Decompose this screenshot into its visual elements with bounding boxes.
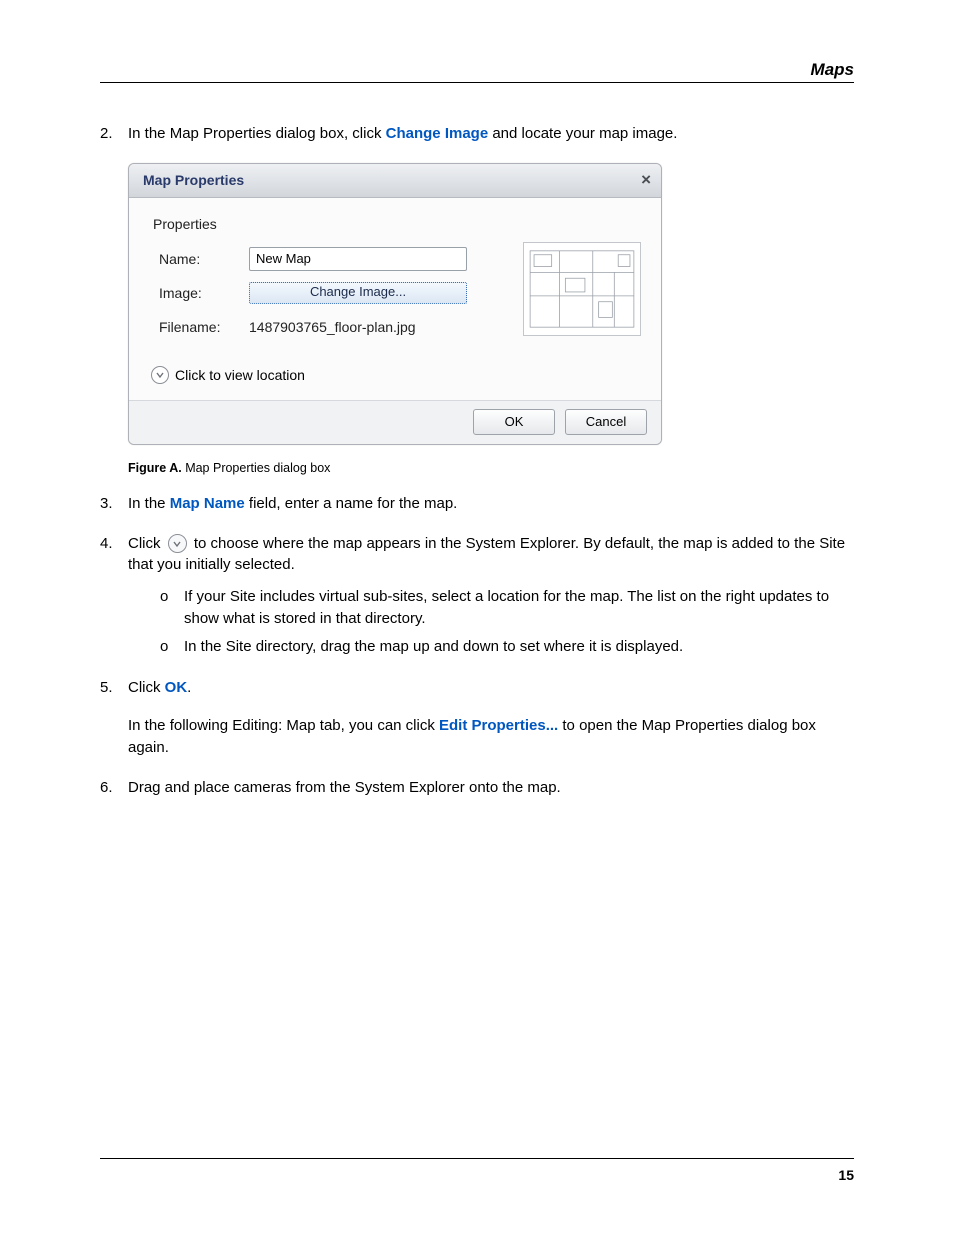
ok-ref: OK	[165, 679, 188, 696]
figure-label: Figure A.	[128, 461, 182, 475]
map-properties-dialog: Map Properties × Properties Name: Image:	[128, 163, 662, 445]
sub-item: o In the Site directory, drag the map up…	[160, 636, 854, 658]
dialog-titlebar[interactable]: Map Properties ×	[129, 164, 661, 198]
sub-text: In the Site directory, drag the map up a…	[184, 636, 683, 658]
step-number: 2.	[100, 123, 128, 145]
bullet: o	[160, 636, 184, 658]
close-icon[interactable]: ×	[641, 170, 651, 190]
step-text: Click to choose where the map appears in…	[128, 533, 854, 664]
dialog-figure: Map Properties × Properties Name: Image:	[128, 163, 854, 445]
expander-label: Click to view location	[175, 367, 305, 383]
label-filename: Filename:	[145, 319, 249, 335]
page-number: 15	[838, 1167, 854, 1183]
label-image: Image:	[145, 285, 249, 301]
dialog-title: Map Properties	[143, 172, 244, 188]
figure-caption: Figure A. Map Properties dialog box	[128, 461, 854, 475]
cancel-button[interactable]: Cancel	[565, 409, 647, 435]
step-text: Drag and place cameras from the System E…	[128, 777, 854, 799]
step-6: 6. Drag and place cameras from the Syste…	[100, 777, 854, 799]
map-name-input[interactable]	[249, 247, 467, 271]
map-thumbnail	[523, 242, 641, 336]
step-number: 5.	[100, 677, 128, 758]
dialog-footer: OK Cancel	[129, 400, 661, 444]
chevron-down-icon[interactable]	[151, 366, 169, 384]
change-image-ref: Change Image	[386, 125, 489, 142]
dialog-body: Properties Name: Image: Change Image...	[129, 198, 661, 400]
properties-heading: Properties	[153, 216, 645, 232]
bullet: o	[160, 586, 184, 630]
edit-properties-ref: Edit Properties...	[439, 717, 558, 734]
step-number: 6.	[100, 777, 128, 799]
label-name: Name:	[145, 251, 249, 267]
step-text: In the Map Name field, enter a name for …	[128, 493, 854, 515]
sub-item: o If your Site includes virtual sub-site…	[160, 586, 854, 630]
sub-text: If your Site includes virtual sub-sites,…	[184, 586, 854, 630]
step-2: 2. In the Map Properties dialog box, cli…	[100, 123, 854, 145]
map-name-ref: Map Name	[170, 495, 245, 512]
step-4-sublist: o If your Site includes virtual sub-site…	[160, 586, 854, 657]
step-4: 4. Click to choose where the map appears…	[100, 533, 854, 664]
step-5: 5. Click OK. In the following Editing: M…	[100, 677, 854, 758]
location-expander[interactable]: Click to view location	[151, 366, 645, 384]
step-text: Click OK. In the following Editing: Map …	[128, 677, 854, 758]
header-section-title: Maps	[100, 60, 854, 80]
step-number: 4.	[100, 533, 128, 664]
chevron-down-icon	[168, 534, 187, 553]
page-header: Maps	[100, 60, 854, 83]
change-image-button[interactable]: Change Image...	[249, 282, 467, 304]
ok-button[interactable]: OK	[473, 409, 555, 435]
step-3: 3. In the Map Name field, enter a name f…	[100, 493, 854, 515]
step-number: 3.	[100, 493, 128, 515]
step-text: In the Map Properties dialog box, click …	[128, 123, 854, 145]
footer-rule	[100, 1158, 854, 1159]
filename-value: 1487903765_floor-plan.jpg	[249, 319, 469, 335]
